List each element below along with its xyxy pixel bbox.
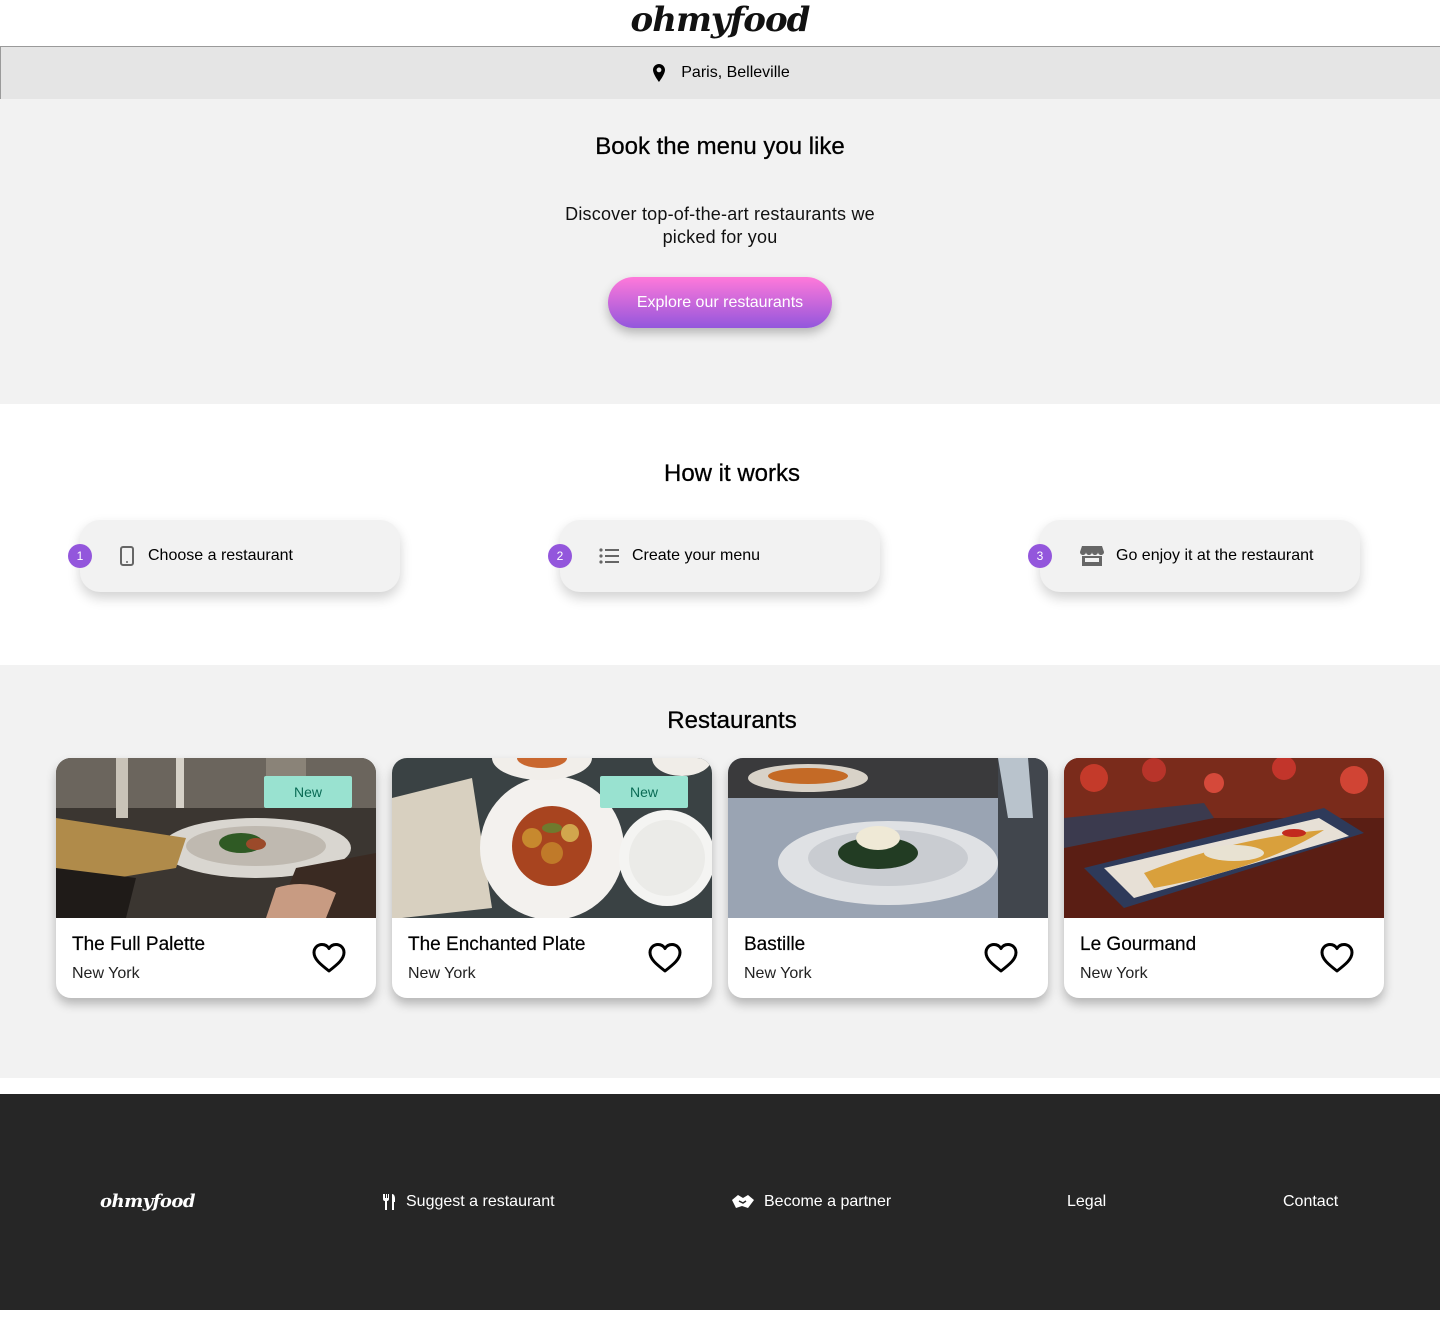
site-logo[interactable]: ohmyfood xyxy=(631,0,811,40)
map-pin-icon xyxy=(651,64,667,82)
utensils-icon xyxy=(380,1193,398,1211)
heart-outline-icon[interactable] xyxy=(984,942,1018,974)
footer-logo[interactable]: ohmyfood xyxy=(100,1191,195,1212)
restaurant-name: Bastille xyxy=(744,934,806,955)
footer-link-contact[interactable]: Contact xyxy=(1283,1193,1338,1211)
restaurant-photo xyxy=(1064,758,1384,918)
step-card-1: 1 Choose a restaurant xyxy=(68,520,400,592)
footer-link-label: Become a partner xyxy=(764,1193,892,1210)
footer-link-legal[interactable]: Legal xyxy=(1067,1193,1106,1211)
footer-link-label: Suggest a restaurant xyxy=(406,1193,555,1210)
restaurant-city: New York xyxy=(408,965,476,982)
hero-subtitle: Discover top-of-the-art restaurants we p… xyxy=(565,204,875,247)
store-icon xyxy=(1080,546,1104,566)
restaurant-photo xyxy=(728,758,1048,918)
step-number-badge: 2 xyxy=(548,544,572,568)
footer-link-label: Contact xyxy=(1283,1193,1339,1210)
heart-outline-icon[interactable] xyxy=(648,942,682,974)
restaurant-city: New York xyxy=(744,965,812,982)
handshake-icon xyxy=(732,1193,754,1211)
restaurants-title: Restaurants xyxy=(667,707,797,734)
restaurant-card[interactable]: Bastille New York xyxy=(728,758,1048,998)
heart-outline-icon[interactable] xyxy=(312,942,346,974)
step-card-3: 3 Go enjoy it at the restaurant xyxy=(1028,520,1360,592)
location-bar[interactable]: Paris, Belleville xyxy=(0,46,1440,99)
restaurants-section: Restaurants New The Full Palette New Yor… xyxy=(0,665,1440,1078)
footer-link-label: Legal xyxy=(1067,1193,1107,1210)
step-label: Go enjoy it at the restaurant xyxy=(1116,547,1314,564)
heart-outline-icon[interactable] xyxy=(1320,942,1354,974)
hero-title: Book the menu you like xyxy=(595,133,845,160)
hero-section: Book the menu you like Discover top-of-t… xyxy=(0,99,1440,404)
restaurant-name: The Full Palette xyxy=(72,934,206,955)
step-number-badge: 1 xyxy=(68,544,92,568)
list-icon xyxy=(598,546,620,566)
footer-link-suggest[interactable]: Suggest a restaurant xyxy=(380,1193,555,1211)
new-badge: New xyxy=(600,776,688,808)
step-number-badge: 3 xyxy=(1028,544,1052,568)
restaurant-city: New York xyxy=(1080,965,1148,982)
footer-link-partner[interactable]: Become a partner xyxy=(732,1193,891,1211)
step-card-2: 2 Create your menu xyxy=(548,520,880,592)
restaurant-name: The Enchanted Plate xyxy=(408,934,586,955)
site-header: ohmyfood xyxy=(0,0,1440,46)
how-it-works-section: How it works 1 Choose a restaurant 2 Cre… xyxy=(0,404,1440,665)
restaurant-name: Le Gourmand xyxy=(1080,934,1197,955)
restaurant-card[interactable]: New The Enchanted Plate New York xyxy=(392,758,712,998)
location-text: Paris, Belleville xyxy=(681,64,790,81)
step-label: Create your menu xyxy=(632,547,761,564)
restaurant-city: New York xyxy=(72,965,140,982)
restaurant-card[interactable]: Le Gourmand New York xyxy=(1064,758,1384,998)
mobile-phone-icon xyxy=(118,546,136,566)
how-it-works-title: How it works xyxy=(663,460,801,487)
new-badge: New xyxy=(264,776,352,808)
step-label: Choose a restaurant xyxy=(148,547,293,564)
site-footer: ohmyfood Suggest a restaurant Become a p… xyxy=(0,1094,1440,1310)
restaurant-card[interactable]: New The Full Palette New York xyxy=(56,758,376,998)
explore-restaurants-button[interactable]: Explore our restaurants xyxy=(608,277,832,328)
